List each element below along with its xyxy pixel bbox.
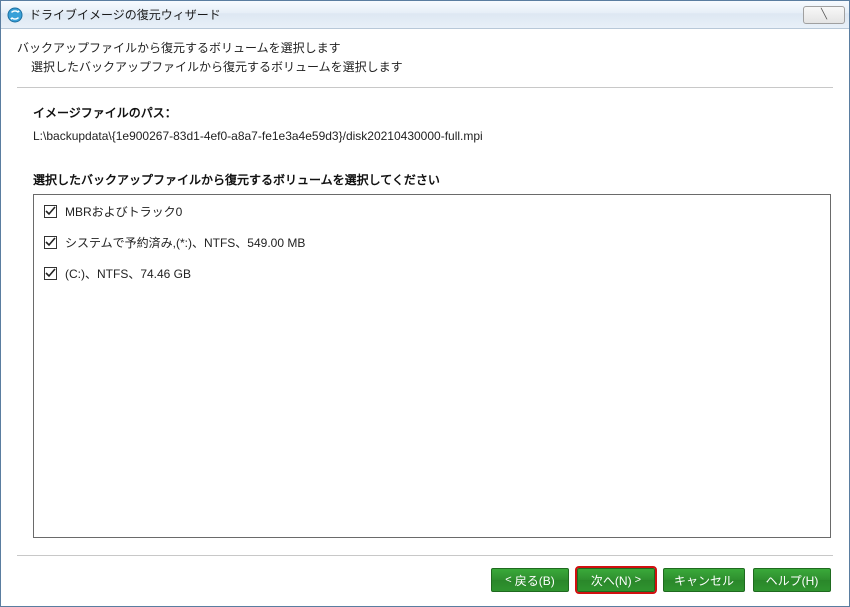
cancel-button-label: キャンセル <box>674 572 734 589</box>
volume-row[interactable]: (C:)、NTFS、74.46 GB <box>44 265 820 282</box>
back-button-label: 戻る(B) <box>515 572 555 589</box>
checkbox-icon[interactable] <box>44 236 57 249</box>
content-area: バックアップファイルから復元するボリュームを選択します 選択したバックアップファ… <box>1 29 849 606</box>
image-path-value: L:\backupdata\{1e900267-83d1-4ef0-a8a7-f… <box>33 129 831 143</box>
header-subtitle: 選択したバックアップファイルから復元するボリュームを選択します <box>17 58 833 75</box>
next-button[interactable]: 次へ(N) > <box>577 568 655 592</box>
wizard-body: イメージファイルのパス： L:\backupdata\{1e900267-83d… <box>1 88 849 555</box>
volumes-listbox: MBRおよびトラック0 システムで予約済み,(*:)、NTFS、549.00 M… <box>33 194 831 538</box>
window-title: ドライブイメージの復元ウィザード <box>29 6 803 23</box>
volume-row[interactable]: MBRおよびトラック0 <box>44 203 820 220</box>
app-icon <box>7 7 23 23</box>
help-button-label: ヘルプ(H) <box>766 572 819 589</box>
volumes-label: 選択したバックアップファイルから復元するボリュームを選択してください <box>33 171 831 188</box>
next-button-label: 次へ(N) <box>591 572 632 589</box>
wizard-footer: < 戻る(B) 次へ(N) > キャンセル ヘルプ(H) <box>17 555 833 606</box>
volume-label: システムで予約済み,(*:)、NTFS、549.00 MB <box>65 234 305 251</box>
titlebar: ドライブイメージの復元ウィザード ╲ <box>1 1 849 29</box>
wizard-window: ドライブイメージの復元ウィザード ╲ バックアップファイルから復元するボリューム… <box>0 0 850 607</box>
chevron-right-icon: > <box>635 574 641 586</box>
wizard-header: バックアップファイルから復元するボリュームを選択します 選択したバックアップファ… <box>1 29 849 85</box>
volume-label: (C:)、NTFS、74.46 GB <box>65 265 191 282</box>
chevron-left-icon: < <box>505 574 511 586</box>
cancel-button[interactable]: キャンセル <box>663 568 745 592</box>
back-button[interactable]: < 戻る(B) <box>491 568 569 592</box>
checkbox-icon[interactable] <box>44 205 57 218</box>
close-icon: ╲ <box>821 9 827 20</box>
image-path-label: イメージファイルのパス： <box>33 104 831 121</box>
help-button[interactable]: ヘルプ(H) <box>753 568 831 592</box>
volume-label: MBRおよびトラック0 <box>65 203 182 220</box>
header-title: バックアップファイルから復元するボリュームを選択します <box>17 39 833 56</box>
volume-row[interactable]: システムで予約済み,(*:)、NTFS、549.00 MB <box>44 234 820 251</box>
close-button[interactable]: ╲ <box>803 6 845 24</box>
checkbox-icon[interactable] <box>44 267 57 280</box>
